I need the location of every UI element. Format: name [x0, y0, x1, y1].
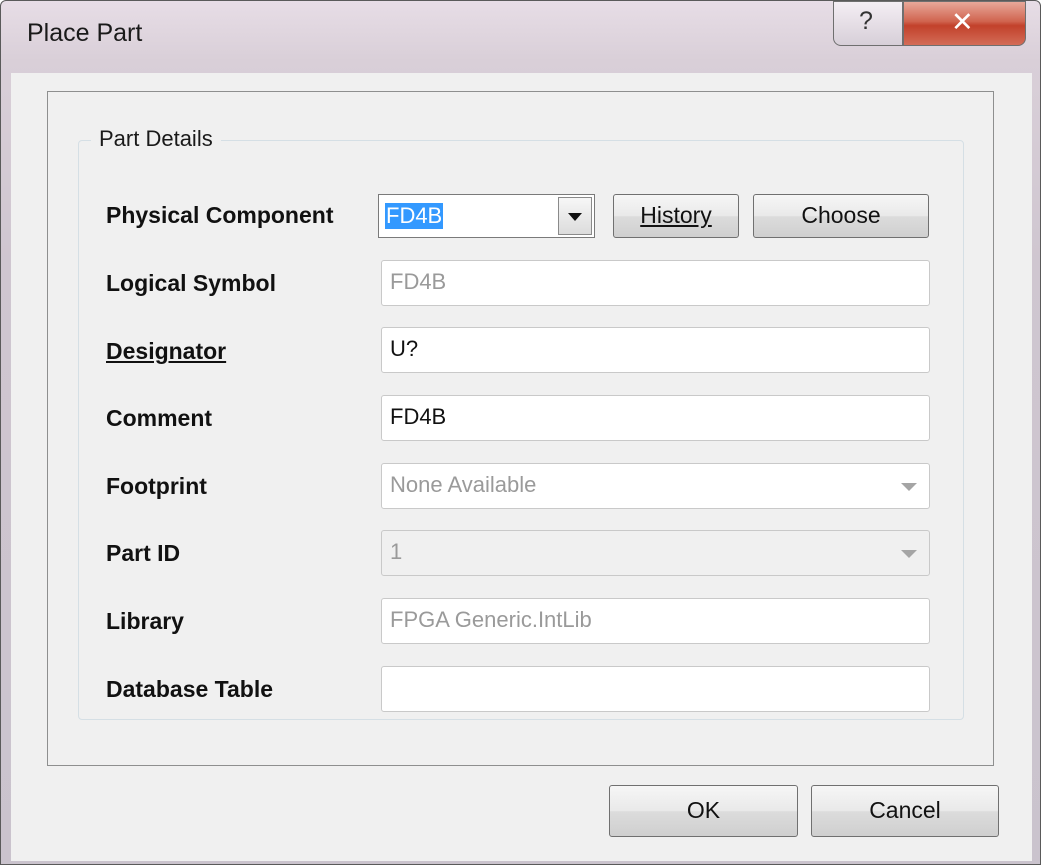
part-id-select[interactable]: 1	[381, 530, 930, 576]
help-icon: ?	[859, 7, 873, 35]
library-field[interactable]: FPGA Generic.IntLib	[381, 598, 930, 644]
help-button[interactable]: ?	[833, 1, 903, 46]
content-panel: Part Details Physical Component FD4B His…	[47, 91, 994, 766]
close-button[interactable]: ✕	[903, 1, 1026, 46]
chevron-down-icon	[901, 483, 917, 491]
database-table-label: Database Table	[106, 676, 274, 702]
cancel-button-label: Cancel	[869, 797, 941, 823]
comment-label: Comment	[106, 405, 213, 431]
choose-button-label: Choose	[801, 202, 881, 228]
history-button-label: History	[640, 202, 712, 228]
place-part-dialog: Place Part ? ✕ Part Details Physical Com…	[0, 0, 1041, 865]
ok-button[interactable]: OK	[609, 785, 798, 837]
library-label: Library	[106, 608, 184, 634]
dialog-client-area: Part Details Physical Component FD4B His…	[11, 73, 1032, 861]
chevron-down-icon	[901, 550, 917, 558]
cancel-button[interactable]: Cancel	[811, 785, 999, 837]
designator-label: Designator	[106, 338, 227, 364]
history-button[interactable]: History	[613, 194, 739, 238]
close-icon: ✕	[951, 7, 974, 37]
choose-button[interactable]: Choose	[753, 194, 929, 238]
logical-symbol-label: Logical Symbol	[106, 270, 276, 296]
physical-component-label: Physical Component	[106, 202, 334, 228]
window-title: Place Part	[27, 19, 143, 47]
logical-symbol-field[interactable]: FD4B	[381, 260, 930, 306]
physical-component-dropdown-button[interactable]	[558, 197, 592, 235]
group-title: Part Details	[91, 126, 221, 152]
footprint-label: Footprint	[106, 473, 207, 499]
designator-field[interactable]: U?	[381, 327, 930, 373]
ok-button-label: OK	[686, 797, 721, 823]
comment-field[interactable]: FD4B	[381, 395, 930, 441]
footprint-select[interactable]: None Available	[381, 463, 930, 509]
footprint-value: None Available	[390, 472, 537, 497]
physical-component-value: FD4B	[385, 203, 444, 229]
database-table-field[interactable]	[381, 666, 930, 712]
part-id-label: Part ID	[106, 540, 181, 566]
chevron-down-icon	[568, 213, 582, 221]
physical-component-combo[interactable]: FD4B	[378, 194, 595, 238]
title-bar[interactable]: Place Part ? ✕	[1, 1, 1040, 73]
part-id-value: 1	[390, 539, 403, 564]
